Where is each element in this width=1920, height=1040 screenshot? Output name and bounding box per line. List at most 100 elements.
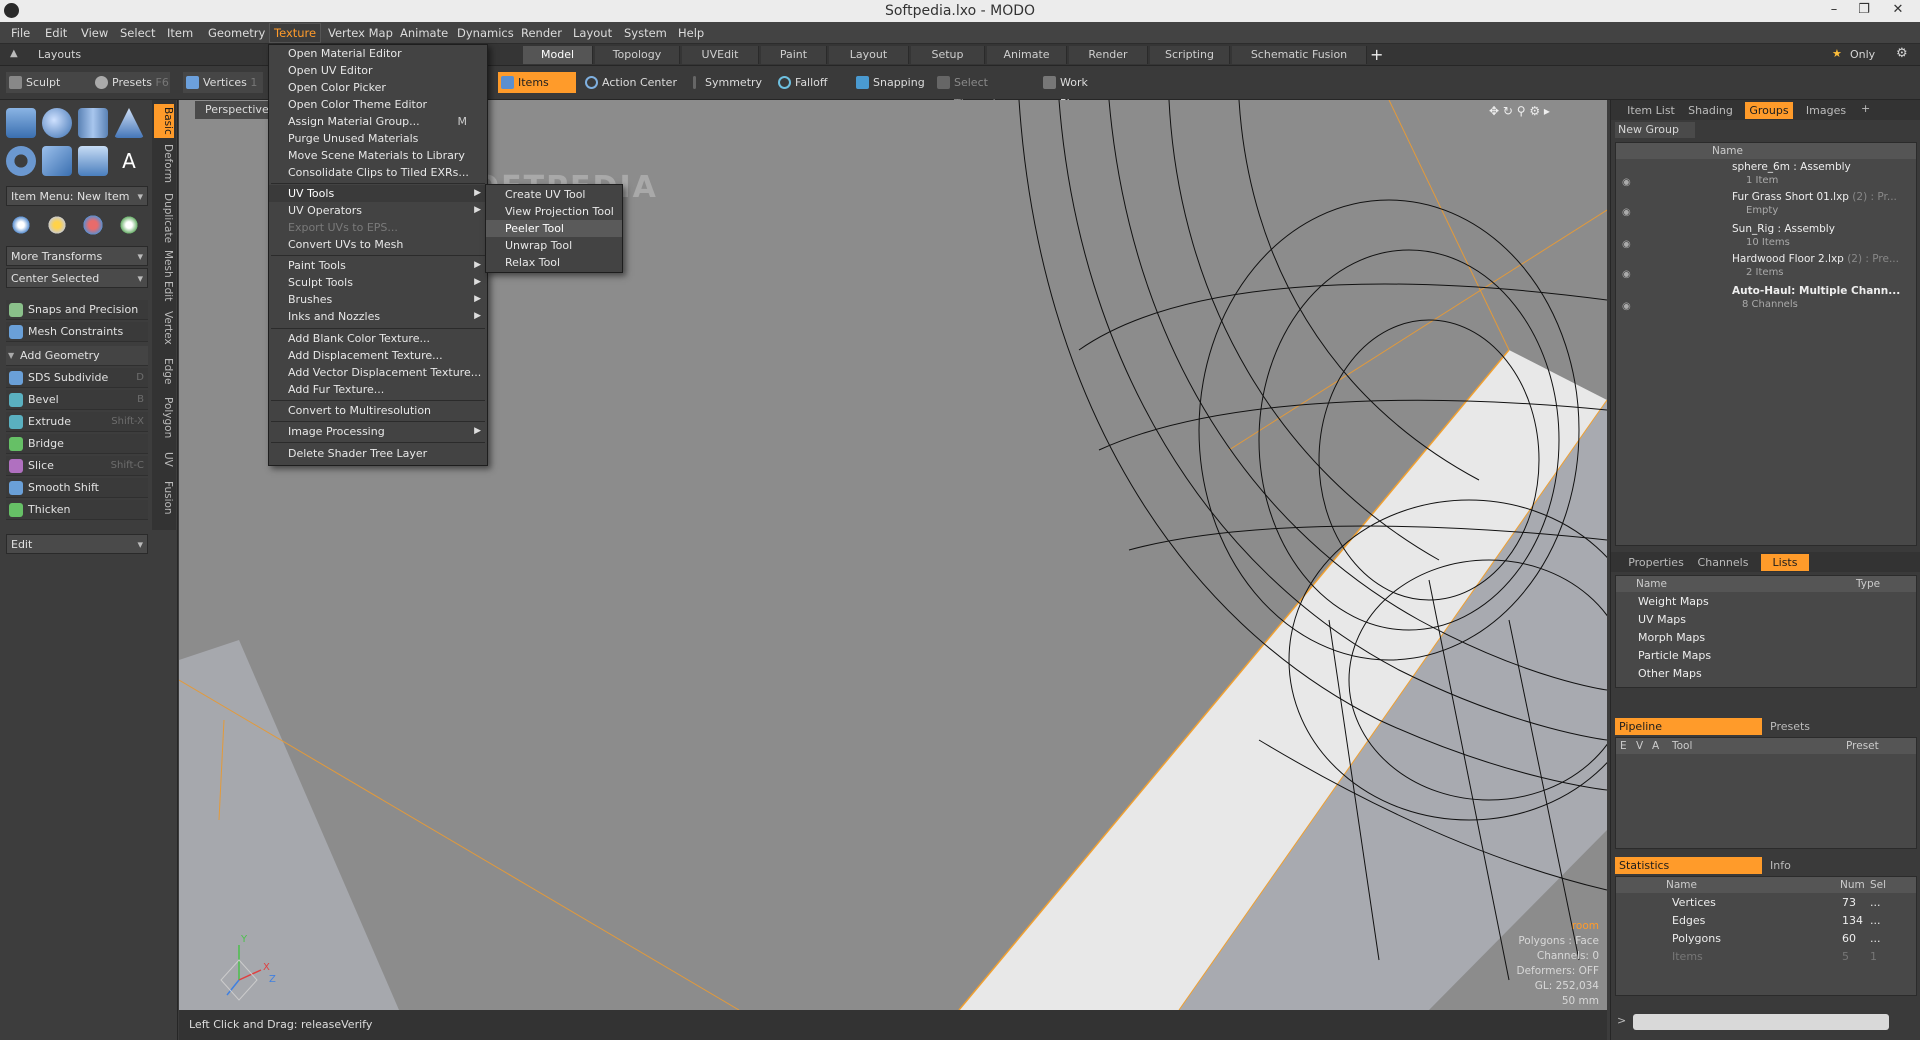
tab-pipeline[interactable]: Pipeline [1615, 718, 1762, 735]
menu-file[interactable]: File [11, 26, 30, 40]
menu-view[interactable]: View [81, 26, 108, 40]
tool-slice[interactable]: Slice Shift-C [6, 456, 148, 476]
menu-consolidate-clips[interactable]: Consolidate Clips to Tiled EXRs... [269, 164, 487, 181]
menu-add-fur-texture[interactable]: Add Fur Texture... [269, 381, 487, 398]
scale-tool-icon[interactable] [114, 210, 144, 240]
menu-system[interactable]: System [624, 26, 667, 40]
viewport-type-tab[interactable]: Perspective [195, 101, 270, 119]
transform-tool-icon[interactable] [78, 210, 108, 240]
center-selected-dropdown[interactable]: Center Selected [6, 268, 148, 289]
tool-sds-subdivide[interactable]: SDS Subdivide D [6, 368, 148, 388]
vtab-deform[interactable]: Deform [154, 142, 174, 186]
tool-thicken[interactable]: Thicken [6, 500, 148, 520]
sculpt-button[interactable]: Sculpt [6, 72, 92, 93]
vtab-vertex[interactable]: Vertex [154, 308, 174, 348]
menu-add-vector-displacement-texture[interactable]: Add Vector Displacement Texture... [269, 364, 487, 381]
close-button[interactable]: ✕ [1884, 2, 1912, 20]
tab-schematic-fusion[interactable]: Schematic Fusion [1232, 46, 1367, 64]
vtab-fusion[interactable]: Fusion [154, 476, 174, 520]
select-through-button[interactable]: Select Through [934, 72, 1036, 110]
menu-convert-to-multiresolution[interactable]: Convert to Multiresolution [269, 402, 487, 419]
menu-paint-tools[interactable]: Paint Tools ▶ [269, 257, 487, 274]
tool-bridge[interactable]: Bridge [6, 434, 148, 454]
group-row-fur-grass[interactable]: Fur Grass Short 01.lxp (2) : Pr... [1732, 191, 1897, 203]
list-item-morph-maps[interactable]: Morph Maps [1638, 631, 1705, 644]
new-group-button[interactable]: New Group [1615, 122, 1695, 138]
menu-open-material-editor[interactable]: Open Material Editor [269, 45, 487, 62]
vtab-duplicate[interactable]: Duplicate [154, 192, 174, 244]
list-item-particle-maps[interactable]: Particle Maps [1638, 649, 1711, 662]
menu-open-color-theme-editor[interactable]: Open Color Theme Editor [269, 96, 487, 113]
tab-item-list[interactable]: Item List [1626, 102, 1676, 119]
tab-images[interactable]: Images [1801, 102, 1851, 119]
tab-statistics[interactable]: Statistics [1615, 857, 1762, 874]
torus-primitive-icon[interactable] [6, 146, 36, 176]
submenu-peeler-tool[interactable]: Peeler Tool [486, 220, 622, 237]
group-row-auto-haul[interactable]: Auto-Haul: Multiple Chann... [1732, 285, 1900, 297]
tab-channels[interactable]: Channels [1693, 554, 1753, 571]
menu-move-scene-materials[interactable]: Move Scene Materials to Library [269, 147, 487, 164]
menu-help[interactable]: Help [678, 26, 704, 40]
tab-properties[interactable]: Properties [1626, 554, 1686, 571]
snapping-button[interactable]: Snapping [853, 72, 931, 93]
menu-render[interactable]: Render [521, 26, 562, 40]
submenu-view-projection-tool[interactable]: View Projection Tool [486, 203, 622, 220]
visibility-eye-icon[interactable]: ◉ [1622, 269, 1631, 280]
tab-model[interactable]: Model [523, 46, 593, 64]
menu-animate[interactable]: Animate [400, 26, 448, 40]
pen-tool-icon[interactable] [78, 146, 108, 176]
action-center-button[interactable]: Action Center [582, 72, 680, 93]
tool-smooth-shift[interactable]: Smooth Shift [6, 478, 148, 498]
tab-scripting[interactable]: Scripting [1150, 46, 1230, 64]
tab-setup[interactable]: Setup [911, 46, 985, 64]
presets-button[interactable]: Presets F6 [92, 72, 170, 93]
edit-dropdown[interactable]: Edit [6, 534, 148, 555]
cone-primitive-icon[interactable] [114, 108, 144, 138]
visibility-eye-icon[interactable]: ◉ [1622, 301, 1631, 312]
rotate-tool-icon[interactable] [42, 210, 72, 240]
menu-brushes[interactable]: Brushes ▶ [269, 291, 487, 308]
group-row-sphere[interactable]: sphere_6m : Assembly [1732, 161, 1851, 173]
tab-uvedit[interactable]: UVEdit [682, 46, 759, 64]
tab-presets[interactable]: Presets [1764, 718, 1914, 735]
star-icon[interactable]: ★ [1832, 47, 1842, 60]
list-item-other-maps[interactable]: Other Maps [1638, 667, 1702, 680]
tab-render[interactable]: Render [1069, 46, 1148, 64]
tab-animate[interactable]: Animate [987, 46, 1067, 64]
visibility-eye-icon[interactable]: ◉ [1622, 207, 1631, 218]
tool-extrude[interactable]: Extrude Shift-X [6, 412, 148, 432]
add-tab-icon[interactable]: + [1370, 45, 1383, 64]
menu-purge-unused-materials[interactable]: Purge Unused Materials [269, 130, 487, 147]
cube-primitive-icon[interactable] [6, 108, 36, 138]
minimize-button[interactable]: – [1820, 2, 1848, 20]
capsule-primitive-icon[interactable] [42, 146, 72, 176]
vertices-mode-button[interactable]: Vertices 1 [183, 72, 263, 93]
group-row-hardwood[interactable]: Hardwood Floor 2.lxp (2) : Pre... [1732, 253, 1899, 265]
tab-groups[interactable]: Groups [1745, 102, 1793, 119]
item-menu-dropdown[interactable]: Item Menu: New Item [6, 186, 148, 207]
menu-layout[interactable]: Layout [573, 26, 612, 40]
falloff-button[interactable]: Falloff [775, 72, 845, 93]
menu-add-blank-color-texture[interactable]: Add Blank Color Texture... [269, 330, 487, 347]
layouts-arrow-icon[interactable]: ▲ [10, 48, 18, 59]
gear-icon[interactable]: ⚙ [1896, 46, 1908, 61]
tab-lists[interactable]: Lists [1761, 554, 1809, 571]
submenu-create-uv-tool[interactable]: Create UV Tool [486, 186, 622, 203]
submenu-relax-tool[interactable]: Relax Tool [486, 254, 622, 271]
add-geometry-header[interactable]: ▼ Add Geometry [6, 346, 148, 366]
command-input[interactable] [1633, 1014, 1889, 1030]
menu-image-processing[interactable]: Image Processing ▶ [269, 423, 487, 440]
tab-shading[interactable]: Shading [1683, 102, 1738, 119]
menu-open-color-picker[interactable]: Open Color Picker [269, 79, 487, 96]
menu-uv-operators[interactable]: UV Operators ▶ [269, 202, 487, 219]
only-label[interactable]: Only [1850, 48, 1875, 61]
group-row-sun-rig[interactable]: Sun_Rig : Assembly [1732, 223, 1835, 235]
work-plane-button[interactable]: Work Plane [1040, 72, 1120, 110]
layouts-label[interactable]: Layouts [38, 48, 81, 61]
mesh-constraints-button[interactable]: Mesh Constraints [6, 322, 148, 342]
menu-delete-shader-tree-layer[interactable]: Delete Shader Tree Layer [269, 445, 487, 462]
visibility-eye-icon[interactable]: ◉ [1622, 177, 1631, 188]
snaps-precision-button[interactable]: Snaps and Precision [6, 300, 148, 320]
menu-geometry[interactable]: Geometry [208, 26, 265, 40]
menu-vertex-map[interactable]: Vertex Map [328, 26, 393, 40]
